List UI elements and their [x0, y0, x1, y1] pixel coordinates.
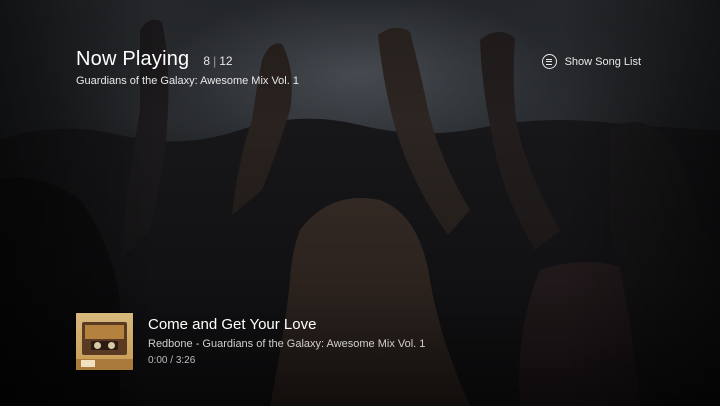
track-duration: 3:26	[175, 355, 196, 366]
cassette-album-art	[82, 322, 127, 355]
now-playing-screen: Now Playing 8 | 12 Guardians of the Galaxy…	[0, 0, 720, 406]
track-counter: 8 | 12	[203, 54, 232, 68]
track-time: 0:00 / 3:26	[148, 355, 196, 366]
track-total: 12	[219, 54, 233, 68]
current-track-panel: Come and Get Your Love Redbone - Guardia…	[76, 313, 425, 370]
list-circle-icon	[541, 54, 557, 69]
elapsed-time: 0:00	[148, 355, 168, 366]
track-artist-album: Redbone - Guardians of the Galaxy: Aweso…	[148, 338, 426, 350]
track-counter-separator: |	[213, 54, 217, 68]
show-song-list-button[interactable]: Show Song List	[541, 54, 641, 69]
album-name: Guardians of the Galaxy: Awesome Mix Vol…	[76, 75, 299, 87]
title-row: Now Playing 8 | 12	[76, 48, 299, 71]
page-title: Now Playing	[76, 48, 190, 70]
now-playing-header: Now Playing 8 | 12 Guardians of the Galaxy…	[76, 48, 299, 87]
track-title: Come and Get Your Love	[148, 316, 317, 333]
track-info: Come and Get Your Love Redbone - Guardia…	[148, 313, 425, 370]
album-art	[76, 313, 133, 370]
show-song-list-label: Show Song List	[564, 55, 641, 68]
